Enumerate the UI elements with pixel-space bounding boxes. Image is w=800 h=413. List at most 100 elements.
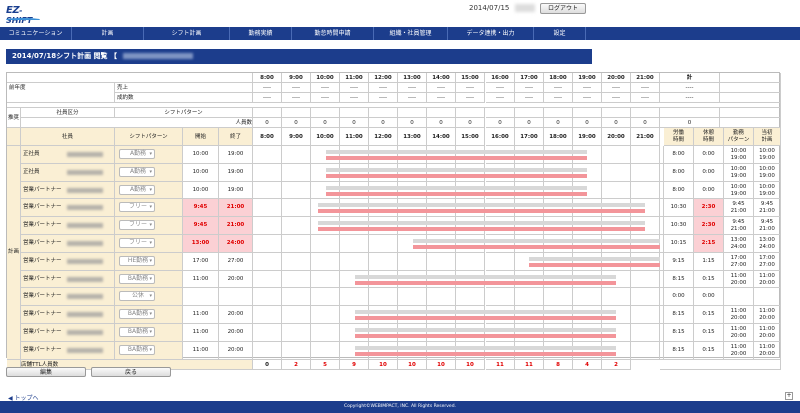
timeline-cell xyxy=(253,146,282,164)
shift-pattern-select[interactable]: BA勤務 ▾ xyxy=(119,327,155,337)
timeline-cell xyxy=(282,217,311,235)
break-time: 2:30 xyxy=(694,217,724,235)
time-end: 20:00 xyxy=(730,315,747,322)
employee-name-blurred xyxy=(67,152,103,157)
employee-class: 営業パートナー xyxy=(23,275,62,282)
timeline-cell xyxy=(456,235,485,253)
timeline-cell xyxy=(515,146,544,164)
shift-pattern-select[interactable]: フリー ▾ xyxy=(119,202,155,213)
nav-org-staff[interactable]: 組織・社員管理 xyxy=(374,27,448,40)
shift-bar-actual xyxy=(318,227,645,232)
headcount-cell: 0 xyxy=(253,118,282,128)
shift-pattern-select[interactable]: HE勤務 ▾ xyxy=(119,255,155,266)
duty-pattern: 11:00 20:00 xyxy=(724,324,754,342)
end-time xyxy=(219,288,253,307)
headcount-total: 0 xyxy=(660,118,720,128)
shift-pattern-select[interactable]: フリー ▾ xyxy=(119,238,155,248)
chevron-down-icon: ▾ xyxy=(149,311,152,318)
employee-class: 正社員 xyxy=(23,151,40,157)
shift-bar-scheduled xyxy=(354,345,616,350)
duty-pattern: 9:45 21:00 xyxy=(724,217,754,235)
dash-cell: ---- xyxy=(573,93,602,103)
timeline-cell xyxy=(602,324,631,342)
shift-pattern-select[interactable]: BA勤務 ▾ xyxy=(119,309,155,320)
timeline-cell xyxy=(573,199,602,218)
timeline-cell xyxy=(486,288,515,307)
shift-pattern-select[interactable]: BA勤務 ▾ xyxy=(119,344,155,355)
shift-pattern-label: シフトパターン xyxy=(115,108,253,118)
chevron-down-icon: ▾ xyxy=(149,204,152,211)
today-plan: 10:00 19:00 xyxy=(754,181,781,200)
start-time: 17:00 xyxy=(183,252,219,271)
today-plan: 10:00 19:00 xyxy=(754,163,781,182)
nav-time-request[interactable]: 勤怠時間申請 xyxy=(292,27,374,40)
nav-settings[interactable]: 設定 xyxy=(534,27,586,40)
duty-pattern: 10:00 19:00 xyxy=(724,146,754,164)
dash-cell: ---- xyxy=(282,93,311,103)
shift-pattern-select[interactable]: A勤務 ▾ xyxy=(119,149,155,159)
hour-header: 15:00 xyxy=(456,73,485,83)
shift-pattern-select[interactable]: 公休 ▾ xyxy=(119,291,155,302)
logout-button[interactable]: ログアウト xyxy=(540,3,586,14)
timeline-cell xyxy=(253,217,282,235)
timeline-cell xyxy=(398,324,427,342)
timeline-cell xyxy=(427,324,456,342)
employee-cell: 営業パートナー xyxy=(21,288,115,307)
shift-pattern-select[interactable]: BA勤務 ▾ xyxy=(119,273,155,284)
shift-pattern-select[interactable]: A勤務 ▾ xyxy=(119,184,155,195)
hour-header: 8:00 xyxy=(253,73,282,83)
timeline-cell xyxy=(573,270,602,289)
time-end: 19:00 xyxy=(730,190,747,197)
timeline-cell xyxy=(398,252,427,271)
timeline-cell xyxy=(282,306,311,324)
time-start: 勤務 xyxy=(732,130,744,136)
sales-label: 売上 xyxy=(115,83,253,93)
ez-shift-logo[interactable]: EZ-SHIFT xyxy=(6,5,44,25)
dash-cell: ---- xyxy=(544,83,573,93)
back-button[interactable]: 戻る xyxy=(91,367,171,377)
timeline-cell xyxy=(631,270,660,289)
employee-class: 営業パートナー xyxy=(23,222,62,229)
main-nav: コミュニケーション 計画 シフト計画 勤務実績 勤怠時間申請 組織・社員管理 デ… xyxy=(0,27,800,40)
timeline-cell xyxy=(398,341,427,360)
shift-pattern-select[interactable]: A勤務 ▾ xyxy=(119,166,155,177)
work-time: 8:00 xyxy=(664,146,694,164)
timeline-cell xyxy=(369,288,398,307)
headcount-cell: 0 xyxy=(427,118,456,128)
blank-cell xyxy=(282,108,311,118)
shift-bar-actual xyxy=(325,156,587,160)
dash-cell: ---- xyxy=(544,93,573,103)
timeline-cell xyxy=(631,146,660,164)
break-time: 0:15 xyxy=(694,306,724,324)
current-date: 2014/07/15 xyxy=(469,4,510,12)
shift-bar-scheduled xyxy=(354,274,616,279)
pattern-cell: BA勤務 ▾ xyxy=(115,306,183,324)
dash-cell: ---- xyxy=(631,93,660,103)
headcount-cell: 0 xyxy=(369,118,398,128)
nav-data-export[interactable]: データ連携・出力 xyxy=(448,27,534,40)
timeline-cell xyxy=(602,288,631,307)
employee-class: 営業パートナー xyxy=(23,346,62,353)
employee-class: 営業パートナー xyxy=(23,293,62,300)
today-plan xyxy=(754,288,781,307)
shift-pattern-select[interactable]: フリー ▾ xyxy=(119,220,155,231)
time-end: 24:00 xyxy=(759,244,775,250)
employee-name-blurred xyxy=(67,347,103,353)
nav-communication[interactable]: コミュニケーション xyxy=(0,27,72,40)
timeline-cell xyxy=(602,306,631,324)
timeline-cell xyxy=(486,163,515,182)
nav-plan[interactable]: 計画 xyxy=(72,27,144,40)
timeline-cell xyxy=(311,163,340,182)
blank-cell xyxy=(369,108,398,118)
break-time-header: 休憩 時間 xyxy=(694,128,724,146)
nav-shift-plan[interactable]: シフト計画 xyxy=(144,27,230,40)
nav-work-record[interactable]: 勤務実績 xyxy=(230,27,292,40)
ttl-value: 10 xyxy=(427,359,456,370)
hour-header: 18:00 xyxy=(544,73,573,83)
edit-button[interactable]: 編集 xyxy=(6,367,86,377)
expand-icon[interactable]: + xyxy=(785,392,793,400)
employee-class: 営業パートナー xyxy=(23,329,62,335)
timeline-cell xyxy=(544,270,573,289)
dash-cell: ---- xyxy=(427,93,456,103)
timeline-cell xyxy=(573,163,602,182)
